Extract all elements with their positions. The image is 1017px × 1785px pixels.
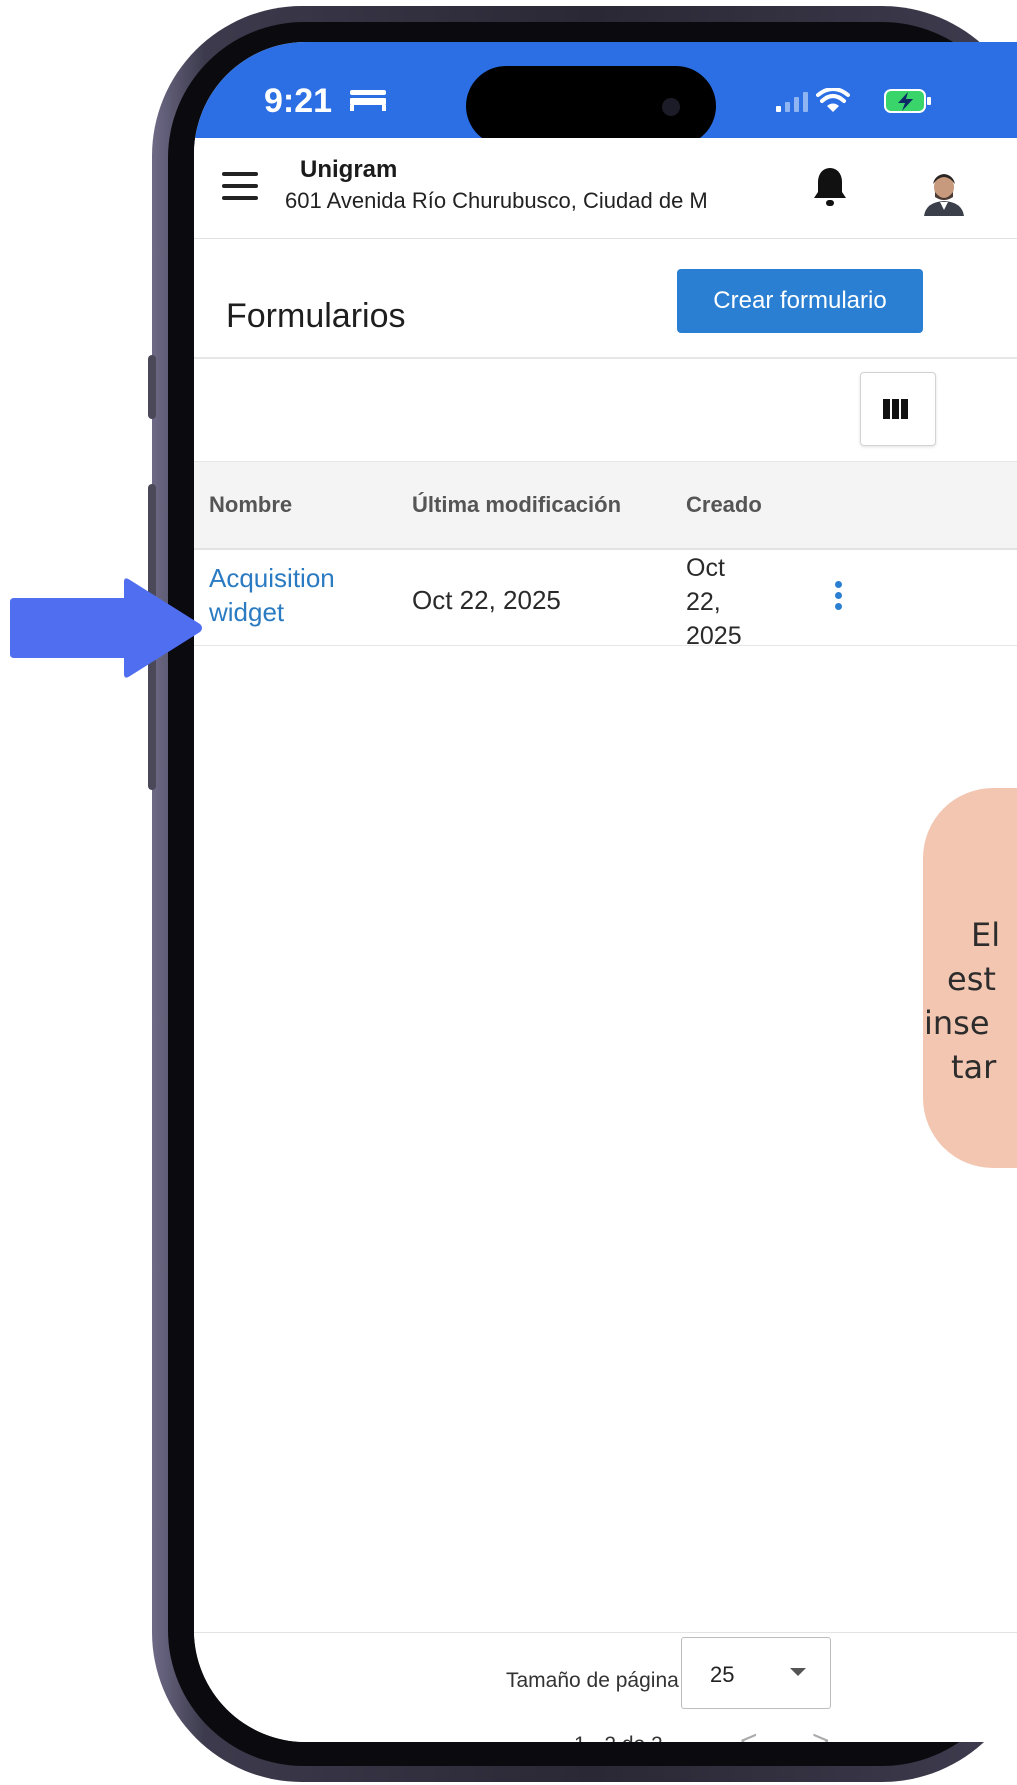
org-name: Unigram — [300, 156, 398, 183]
callout-line: inse — [924, 1004, 990, 1042]
create-form-button[interactable]: Crear formulario — [677, 269, 923, 333]
chevron-down-icon — [790, 1668, 806, 1676]
callout-clip: El est inse tar — [923, 780, 1017, 1180]
modified-date: Oct 22, 2025 — [412, 585, 561, 615]
bed-icon — [350, 90, 386, 111]
signal-icon — [776, 92, 808, 112]
divider — [194, 357, 1017, 359]
phone-screen: 9:21 Unigram 601 Avenida Río Churubusco,… — [194, 42, 1017, 1742]
callout-line: El — [971, 916, 1001, 954]
page-size-label: Tamaño de página — [506, 1669, 679, 1692]
battery-charging-icon — [884, 89, 931, 113]
prev-page-button[interactable]: < — [740, 1725, 758, 1742]
table-row: Acquisition widget Oct 22, 2025 Oct 22, … — [194, 549, 1017, 650]
phone-mute-switch — [148, 355, 156, 419]
form-name-line: widget — [209, 597, 285, 627]
columns-button[interactable] — [860, 372, 936, 446]
created-date-line: 2025 — [686, 622, 742, 650]
column-header-modified[interactable]: Última modificación — [412, 492, 621, 518]
bell-icon[interactable] — [812, 166, 848, 208]
callout-line: tar — [951, 1048, 997, 1086]
camera-icon — [662, 98, 680, 116]
org-address: 601 Avenida Río Churubusco, Ciudad de M — [285, 188, 708, 213]
table-header: Nombre Última modificación Creado — [194, 461, 1017, 550]
wifi-icon — [816, 88, 850, 112]
page-size-select[interactable]: 25 — [681, 1637, 831, 1709]
row-actions-icon[interactable] — [835, 581, 849, 614]
page-title: Formularios — [226, 297, 406, 335]
callout-bubble: El est inse tar — [923, 788, 1017, 1168]
page-size-value: 25 — [710, 1662, 735, 1687]
columns-icon — [883, 399, 910, 424]
callout-line: est — [947, 960, 996, 998]
created-date-line: 22, — [686, 588, 721, 616]
avatar[interactable] — [924, 170, 964, 216]
column-header-name[interactable]: Nombre — [209, 492, 292, 518]
footer-divider — [194, 1632, 1017, 1633]
status-time: 9:21 — [264, 82, 333, 120]
form-name-line: Acquisition — [209, 563, 335, 593]
next-page-button[interactable]: > — [812, 1725, 830, 1742]
app-header: Unigram 601 Avenida Río Churubusco, Ciud… — [194, 138, 1017, 238]
created-date-line: Oct — [686, 554, 725, 582]
pointer-arrow-icon — [10, 578, 202, 678]
menu-icon[interactable] — [222, 172, 258, 200]
column-header-created[interactable]: Creado — [686, 492, 762, 518]
pagination-range: 1 - 2 de 2 — [574, 1733, 663, 1742]
form-name-link[interactable]: Acquisition widget — [209, 561, 379, 629]
status-bar: 9:21 — [194, 42, 1017, 146]
created-date: Oct 22, 2025 — [686, 551, 766, 653]
content-card: Formularios Crear formulario Nombre Últi… — [194, 238, 1017, 1742]
